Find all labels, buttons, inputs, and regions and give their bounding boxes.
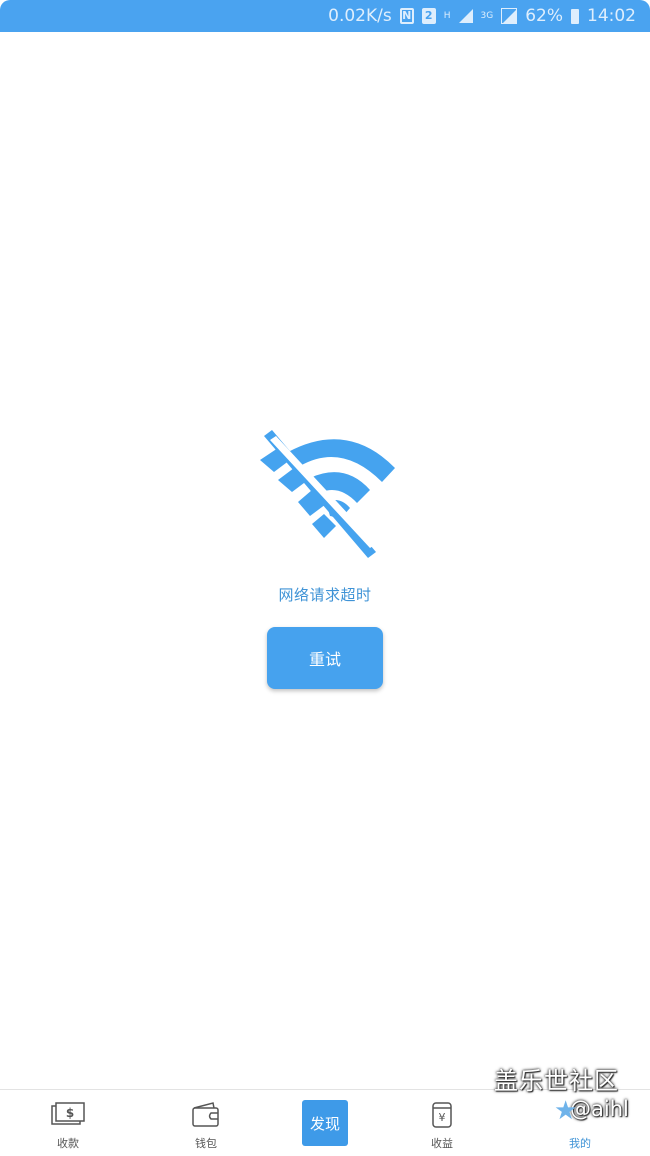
- sim-icon: 2: [421, 8, 436, 24]
- discover-button[interactable]: 发现: [302, 1100, 348, 1146]
- signal-icon: [458, 9, 473, 23]
- profile-icon: [563, 1100, 597, 1130]
- battery-icon: [571, 8, 579, 24]
- nav-item-profile[interactable]: 我的: [535, 1090, 625, 1156]
- svg-text:$: $: [66, 1106, 74, 1120]
- signal-strength-icon: [501, 8, 518, 24]
- battery-percent: 62%: [525, 6, 563, 26]
- wallet-icon: [189, 1100, 223, 1130]
- hd-icon: H: [443, 10, 451, 21]
- nav-label-collect: 收款: [57, 1137, 79, 1150]
- nav-item-wallet[interactable]: 钱包: [161, 1090, 251, 1156]
- clock: 14:02: [587, 6, 636, 26]
- nav-label-wallet: 钱包: [195, 1137, 217, 1150]
- network-type: 3G: [480, 10, 494, 21]
- cash-icon: $: [51, 1100, 85, 1130]
- network-speed: 0.02K/s: [328, 6, 392, 26]
- error-message: 网络请求超时: [278, 586, 372, 604]
- nfc-icon: N: [399, 8, 414, 24]
- svg-text:¥: ¥: [439, 1111, 446, 1124]
- error-state: 网络请求超时 重试: [0, 430, 650, 689]
- wifi-off-icon: [260, 430, 395, 558]
- retry-button[interactable]: 重试: [267, 627, 383, 689]
- nav-item-collect[interactable]: $ 收款: [23, 1090, 113, 1156]
- app-screen: 0.02K/s N 2 H 3G 62% 14:02 网络请求超时 重试 $ 收…: [0, 0, 650, 1156]
- status-bar: 0.02K/s N 2 H 3G 62% 14:02: [0, 0, 650, 32]
- yen-receipt-icon: ¥: [425, 1100, 459, 1130]
- nav-label-profile: 我的: [569, 1137, 591, 1150]
- bottom-nav: $ 收款 钱包 发现 ¥ 收益 我的: [0, 1089, 650, 1156]
- nav-label-earnings: 收益: [431, 1137, 453, 1150]
- nav-item-earnings[interactable]: ¥ 收益: [397, 1090, 487, 1156]
